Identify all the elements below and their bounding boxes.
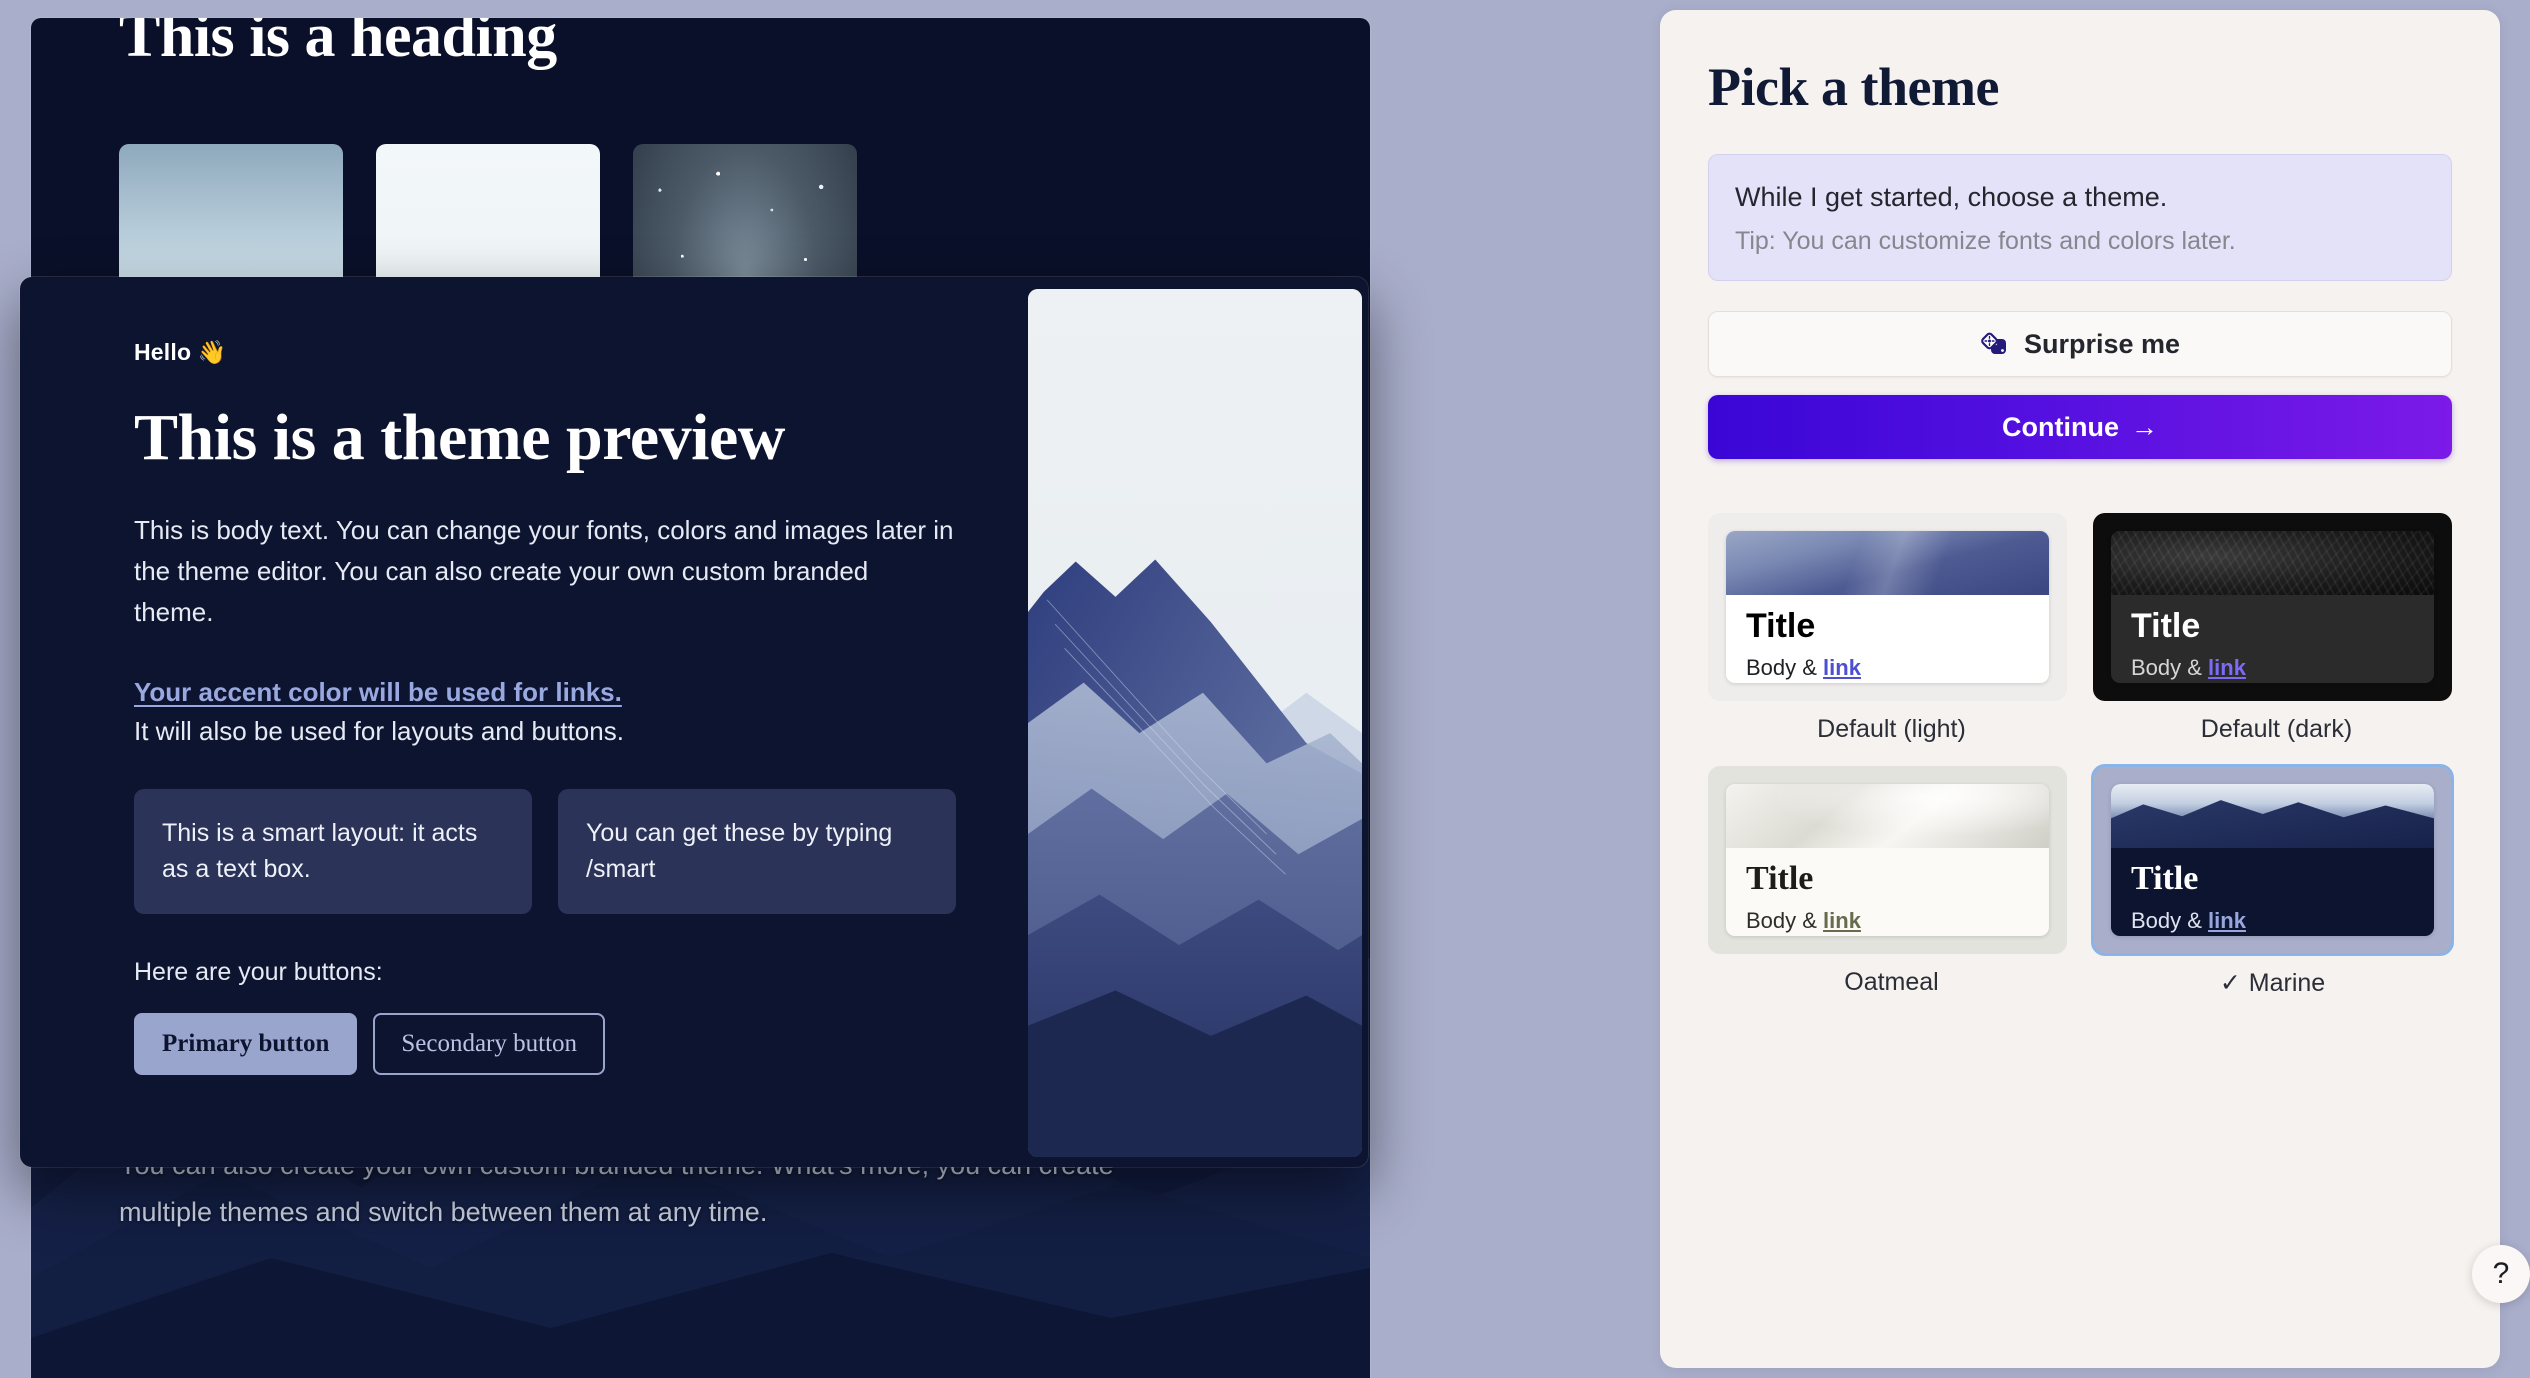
- page-title: Pick a theme: [1708, 57, 1999, 117]
- continue-button[interactable]: Continue →: [1708, 395, 2452, 460]
- question-mark-icon: ?: [2492, 1257, 2510, 1290]
- theme-name: Default (light): [1817, 715, 1966, 744]
- mini-body: Body & link: [1746, 655, 2029, 681]
- theme-mini-preview: Title Body & link: [2111, 784, 2434, 937]
- continue-label: Continue: [2002, 411, 2119, 442]
- mini-link[interactable]: link: [2208, 655, 2246, 680]
- theme-option-oatmeal: Title Body & link Oatmeal: [1708, 766, 2067, 998]
- preview-button-row: Primary button Secondary button: [134, 1012, 956, 1075]
- tip-main-text: While I get started, choose a theme.: [1735, 182, 2168, 212]
- assistant-tip-card: While I get started, choose a theme. Tip…: [1708, 154, 2452, 282]
- theme-grid: Title Body & link Default (light) Title: [1708, 513, 2454, 998]
- theme-name: Default (dark): [2200, 715, 2353, 744]
- theme-preview-body: This is body text. You can change your f…: [134, 515, 954, 628]
- theme-label: Default (dark): [2193, 715, 2352, 744]
- theme-card[interactable]: Title Body & link: [2093, 513, 2452, 702]
- theme-preview-image-panel: [1028, 277, 1368, 1167]
- theme-mini-text: Title Body & link: [1726, 848, 2049, 936]
- theme-mini-preview: Title Body & link: [2111, 531, 2434, 684]
- mini-body: Body & link: [2131, 908, 2414, 934]
- theme-card[interactable]: Title Body & link: [1708, 766, 2067, 955]
- mini-title: Title: [2131, 860, 2199, 898]
- theme-option-default-dark: Title Body & link Default (dark): [2093, 513, 2452, 744]
- theme-card[interactable]: Title Body & link: [2091, 764, 2454, 957]
- smart-layout-box[interactable]: This is a smart layout: it acts as a tex…: [134, 789, 532, 914]
- accent-color-link[interactable]: Your accent color will be used for links…: [134, 677, 622, 708]
- mini-link[interactable]: link: [1823, 908, 1861, 933]
- mini-body-text: Body &: [1746, 908, 1824, 934]
- mini-body-text: Body &: [2131, 908, 2209, 934]
- mini-title: Title: [1746, 607, 1816, 646]
- theme-mini-text: Title Body & link: [1726, 595, 2049, 683]
- mini-title: Title: [1746, 860, 1814, 898]
- surprise-me-button[interactable]: Surprise me: [1708, 311, 2452, 378]
- smart-layout-box[interactable]: You can get these by typing /smart: [558, 789, 956, 914]
- theme-preview-content: Hello 👋 This is a theme preview This is …: [20, 277, 1028, 1167]
- app-root: This is a heading This is body text. You…: [0, 0, 2530, 1378]
- theme-thumbnail-image: [1726, 531, 2049, 596]
- theme-card[interactable]: Title Body & link: [1708, 513, 2067, 702]
- mini-link[interactable]: link: [2208, 908, 2246, 933]
- smart-layout-row: This is a smart layout: it acts as a tex…: [134, 789, 956, 914]
- surprise-me-label: Surprise me: [2023, 328, 2181, 359]
- buttons-label: Here are your buttons:: [134, 957, 383, 986]
- theme-name: Oatmeal: [1844, 968, 1939, 997]
- theme-preview-modal: Hello 👋 This is a theme preview This is …: [20, 277, 1368, 1167]
- mini-title: Title: [2131, 607, 2201, 646]
- theme-thumbnail-image: [1726, 784, 2049, 849]
- theme-label: Oatmeal: [1836, 968, 1938, 997]
- tip-sub-text: Tip: You can customize fonts and colors …: [1735, 227, 2236, 256]
- accent-color-subtext: It will also be used for layouts and but…: [134, 716, 624, 747]
- theme-name: Marine: [2248, 968, 2326, 997]
- document-heading: This is a heading: [119, 18, 557, 70]
- theme-thumbnail-image: [2111, 784, 2434, 849]
- theme-mini-preview: Title Body & link: [1726, 531, 2049, 684]
- help-button[interactable]: ?: [2472, 1245, 2530, 1303]
- theme-thumbnail-image: [2111, 531, 2434, 596]
- layered-mountains-illustration: [1028, 289, 1362, 1157]
- theme-label: Default (light): [1809, 715, 1966, 744]
- secondary-button[interactable]: Secondary button: [373, 1012, 606, 1075]
- mini-body-text: Body &: [2131, 655, 2209, 681]
- mini-body-text: Body &: [1746, 655, 1824, 681]
- theme-check-icon: ✓: [2219, 969, 2241, 998]
- arrow-right-icon: →: [2130, 411, 2158, 442]
- theme-label: ✓ Marine: [2220, 968, 2325, 998]
- mini-body: Body & link: [1746, 908, 2029, 934]
- theme-option-marine: Title Body & link ✓ Marine: [2091, 764, 2454, 998]
- mini-link[interactable]: link: [1823, 655, 1861, 680]
- primary-button[interactable]: Primary button: [134, 1012, 358, 1075]
- greeting-text: Hello 👋: [134, 339, 227, 365]
- theme-mini-preview: Title Body & link: [1726, 784, 2049, 937]
- pick-a-theme-panel: Pick a theme While I get started, choose…: [1660, 10, 2500, 1368]
- theme-mini-text: Title Body & link: [2111, 595, 2434, 683]
- theme-preview-title: This is a theme preview: [134, 401, 785, 474]
- mini-body: Body & link: [2131, 655, 2414, 681]
- theme-option-default-light: Title Body & link Default (light): [1708, 513, 2067, 744]
- dice-icon: [1980, 331, 2010, 357]
- theme-mini-text: Title Body & link: [2111, 848, 2434, 936]
